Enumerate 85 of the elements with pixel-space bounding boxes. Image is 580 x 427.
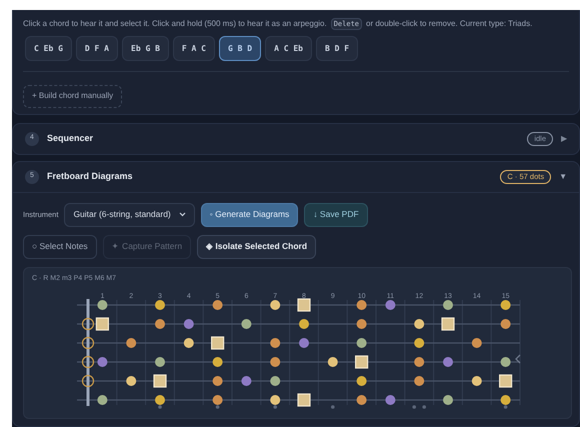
note-dot[interactable]	[241, 376, 252, 386]
note-dot[interactable]	[270, 356, 280, 366]
inlay-dot	[273, 404, 277, 408]
open-string-ring[interactable]	[82, 374, 94, 387]
chevron-down-icon	[178, 212, 186, 217]
root-note-square[interactable]	[441, 316, 455, 330]
root-note-square[interactable]	[499, 374, 512, 388]
instrument-select[interactable]: Guitar (6-string, standard)	[64, 202, 195, 226]
chord-button[interactable]: A C Eb	[265, 36, 312, 61]
open-string-ring[interactable]	[82, 317, 94, 330]
note-dot[interactable]	[385, 394, 396, 404]
inlay-dot	[158, 404, 162, 408]
root-note-square[interactable]	[297, 392, 311, 406]
chord-button[interactable]: C Eb G	[25, 36, 72, 61]
root-note-square[interactable]	[211, 336, 224, 350]
action-button[interactable]: ↓ Save PDF	[304, 202, 368, 226]
select-value: Guitar (6-string, standard)	[73, 208, 171, 221]
inlay-dot	[504, 404, 508, 408]
tool-button[interactable]: ○ Select Notes	[23, 234, 97, 258]
build-chord-button[interactable]: + Build chord manually	[23, 84, 122, 108]
note-dot[interactable]	[356, 394, 367, 404]
chord-button[interactable]: F A C	[172, 36, 215, 61]
note-dot[interactable]	[155, 356, 165, 366]
note-dot[interactable]	[500, 318, 511, 328]
note-dot[interactable]	[356, 318, 367, 328]
open-string-ring[interactable]	[82, 355, 94, 368]
note-dot[interactable]	[299, 318, 309, 328]
note-dot[interactable]	[500, 300, 511, 310]
note-dot[interactable]	[414, 318, 424, 328]
open-string-ring[interactable]	[82, 336, 94, 349]
note-dot[interactable]	[155, 394, 165, 404]
note-dot[interactable]	[270, 338, 280, 348]
note-dot[interactable]	[443, 394, 453, 404]
note-dot[interactable]	[414, 376, 424, 386]
expand-toggle[interactable]: ▶	[561, 132, 567, 144]
note-dot[interactable]	[97, 300, 108, 310]
root-note-square[interactable]	[153, 374, 167, 388]
note-dot[interactable]	[126, 338, 136, 348]
chord-button[interactable]: D F A	[76, 36, 118, 61]
root-note-square[interactable]	[297, 298, 311, 312]
note-dot[interactable]	[155, 318, 165, 328]
note-dot[interactable]	[414, 338, 424, 348]
note-dot[interactable]	[299, 338, 309, 348]
note-dot[interactable]	[212, 394, 223, 404]
note-dot[interactable]	[472, 338, 482, 348]
root-note-square[interactable]	[355, 354, 368, 368]
note-dot[interactable]	[472, 376, 482, 386]
hint-text: Click a chord to hear it and select it. Click and hold (500 ms) to hear it as an arpeggio.	[23, 18, 327, 30]
note-dot[interactable]	[184, 338, 194, 348]
note-dot[interactable]	[356, 376, 367, 386]
note-dot[interactable]	[500, 394, 511, 404]
inlay-dot	[331, 404, 335, 408]
section-title: Sequencer	[47, 132, 94, 145]
double-inlay-dots	[412, 404, 426, 408]
chevron-left-icon[interactable]	[515, 354, 521, 364]
note-dot[interactable]	[126, 376, 136, 386]
chord-button[interactable]: B D F	[316, 36, 358, 61]
note-dot[interactable]	[241, 318, 252, 328]
note-dot[interactable]	[212, 376, 223, 386]
section-title: Fretboard Diagrams	[47, 170, 133, 183]
note-dot[interactable]	[500, 356, 511, 366]
note-dot[interactable]	[356, 300, 367, 310]
note-dot[interactable]	[212, 356, 223, 366]
note-dot[interactable]	[184, 318, 194, 328]
note-dot[interactable]	[328, 356, 338, 366]
note-dot[interactable]	[212, 300, 223, 310]
chord-button[interactable]: G B D	[219, 36, 262, 61]
note-dot[interactable]	[443, 356, 453, 366]
note-dot[interactable]	[443, 300, 453, 310]
note-dot[interactable]	[97, 356, 108, 366]
inlay-dot	[216, 404, 220, 408]
note-dot[interactable]	[270, 300, 280, 310]
note-dot[interactable]	[385, 300, 396, 310]
chord-button[interactable]: Eb G B	[122, 36, 169, 61]
hint-text: or double-click to remove. Current type: Triads.	[366, 18, 532, 30]
note-dot[interactable]	[356, 338, 367, 348]
note-dot[interactable]	[97, 394, 108, 404]
note-dot[interactable]	[270, 394, 280, 404]
note-dot[interactable]	[414, 356, 424, 366]
note-dot[interactable]	[155, 300, 165, 310]
expand-toggle[interactable]: ▼	[559, 170, 567, 182]
note-dot[interactable]	[270, 376, 280, 386]
tool-button[interactable]: ◈ Isolate Selected Chord	[197, 234, 316, 258]
root-note-square[interactable]	[96, 316, 109, 330]
action-button[interactable]: ◦ Generate Diagrams	[200, 202, 298, 226]
